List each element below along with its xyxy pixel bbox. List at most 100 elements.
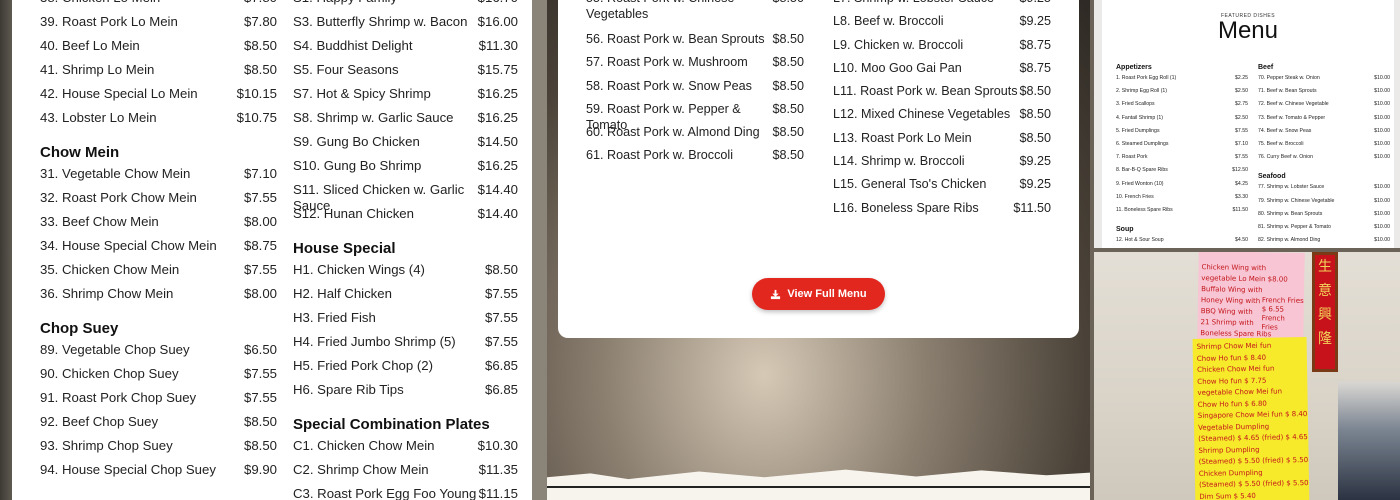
menu-item-price: $14.40 <box>477 182 518 197</box>
menu-item-row: 58. Roast Pork w. Snow Peas $8.50 <box>586 78 804 101</box>
thumbnail-title: Menu <box>1217 17 1279 44</box>
menu-item-name: 56. Roast Pork w. Bean Sprouts <box>586 32 765 46</box>
menu-item-price: $10.15 <box>236 86 277 101</box>
menu-item-row: L11. Roast Pork w. Bean Sprouts $8.50 <box>833 83 1051 106</box>
thumbnail-item-price: $10.00 <box>1374 127 1390 134</box>
thumbnail-item-price: $4.50 <box>1235 237 1248 244</box>
thumbnail-item-row: 8. Bar-B-Q Spare Ribs $12.50 <box>1116 167 1248 180</box>
thumbnail-item-price: $10.00 <box>1374 154 1390 161</box>
menu-item-name: L9. Chicken w. Broccoli <box>833 37 964 52</box>
thumbnail-item-row: 80. Shrimp w. Bean Sprouts $10.00 <box>1258 211 1390 224</box>
menu-item-name: L16. Boneless Spare Ribs <box>833 200 979 215</box>
thumbnail-category-heading: Seafood <box>1258 173 1286 181</box>
menu-item-name: S3. Butterfly Shrimp w. Bacon <box>293 14 468 29</box>
thumbnail-item-name: 70. Pepper Steak w. Onion <box>1258 75 1320 81</box>
shop-window <box>1338 382 1400 500</box>
menu-item-row: H4. Fried Jumbo Shrimp (5) $7.55 <box>293 334 518 358</box>
menu-item-price: $7.10 <box>243 166 277 181</box>
menu-item-name: 35. Chicken Chow Mein <box>40 262 180 277</box>
menu-item-price: $7.55 <box>484 310 518 325</box>
menu-item-name: H5. Fried Pork Chop (2) <box>293 358 433 373</box>
menu-card: 55. Roast Pork w. Chinese Vegetables $8.5… <box>558 0 1079 338</box>
menu-item-price: $8.50 <box>772 0 804 6</box>
thumbnail-item-price: $2.50 <box>1235 88 1248 95</box>
menu-item-row: L13. Roast Pork Lo Mein $8.50 <box>833 130 1051 153</box>
thumbnail-item-row: 4. Fantail Shrimp (1) $2.50 <box>1116 115 1248 128</box>
divider-line <box>547 486 1090 488</box>
thumbnail-item-price: $10.00 <box>1374 75 1390 81</box>
menu-item-row: 91. Roast Pork Chop Suey $7.55 <box>40 390 277 414</box>
menu-item-price: $11.50 <box>1013 200 1051 215</box>
menu-item-name: 36. Shrimp Chow Mein <box>40 286 174 301</box>
thumbnail-item-row: 73. Beef w. Tomato & Pepper $10.00 <box>1258 115 1390 128</box>
menu-item-name: H1. Chicken Wings (4) <box>293 262 425 277</box>
menu-item-row: 57. Roast Pork w. Mushroom $8.50 <box>586 54 804 77</box>
menu-item-name: 94. House Special Chop Suey <box>40 462 216 477</box>
menu-item-name: 60. Roast Pork w. Almond Ding <box>586 125 760 140</box>
storefront-photo-thumbnail[interactable]: Chicken Wing with vegetable Lo Mein $8.00… <box>1094 252 1400 500</box>
menu-column-lunch-specials: L7. Shrimp w. Lobster Sauce$9.25L8. Beef… <box>833 0 1051 223</box>
menu-item-name: L10. Moo Goo Gai Pan <box>833 60 962 75</box>
thumbnail-item-name: 75. Beef w. Broccoli <box>1258 140 1304 147</box>
menu-item-row: 40. Beef Lo Mein $8.50 <box>40 38 277 62</box>
thumbnail-item-name: 8. Bar-B-Q Spare Ribs <box>1116 167 1168 174</box>
thumbnail-item-price: $4.25 <box>1235 180 1248 187</box>
thumbnail-item-price: $2.75 <box>1235 101 1248 108</box>
menu-item-price: $8.50 <box>243 414 277 429</box>
menu-item-row: 32. Roast Pork Chow Mein $7.55 <box>40 190 277 214</box>
thumbnail-item-row: 5. Fried Dumplings $7.55 <box>1116 128 1248 141</box>
menu-item-price: $9.25 <box>1019 177 1051 192</box>
menu-item-name: C2. Shrimp Chow Mein <box>293 462 429 477</box>
thumbnail-item-name: 11. Boneless Spare Ribs <box>1116 206 1173 213</box>
menu-item-price: $8.50 <box>772 32 804 46</box>
thumbnail-item-price: $12.50 <box>1232 167 1248 174</box>
red-chinese-scroll: 生意興隆 <box>1312 252 1338 372</box>
menu-item-price: $8.50 <box>1019 107 1051 122</box>
thumbnail-item-row: 75. Beef w. Broccoli $10.00 <box>1258 141 1390 154</box>
handwritten-line: Honey Wing with <box>1200 296 1261 306</box>
menu-item-price: $16.25 <box>477 86 518 101</box>
menu-item-row: L7. Shrimp w. Lobster Sauce$9.25 <box>833 0 1051 13</box>
menu-item-price: $8.75 <box>1019 60 1051 75</box>
thumbnail-category-heading: Soup <box>1116 226 1134 234</box>
menu-item-row: C2. Shrimp Chow Mein $11.35 <box>293 462 518 486</box>
menu-item-name: 58. Roast Pork w. Snow Peas <box>586 78 752 93</box>
menu-item-row: 59. Roast Pork w. Pepper & Tomato $8.50 <box>586 101 804 132</box>
download-icon <box>771 289 781 299</box>
menu-item-row: C1. Chicken Chow Mein $10.30 <box>293 438 518 462</box>
menu-item-name: S12. Hunan Chicken <box>293 206 414 221</box>
menu-item-name: L15. General Tso's Chicken <box>833 177 987 192</box>
handwritten-line: Vegetable Dumpling <box>1197 422 1270 432</box>
menu-item-name: L14. Shrimp w. Broccoli <box>833 154 965 169</box>
menu-thumbnail[interactable]: FEATURED DISHES Menu Appetizers 1. Roast … <box>1094 0 1400 248</box>
menu-item-price: $14.50 <box>477 134 518 149</box>
thumbnail-item-name: 76. Curry Beef w. Onion <box>1258 154 1314 161</box>
menu-item-row: 38. Chicken Lo Mein$7.80 <box>40 0 277 14</box>
menu-item-row: L16. Boneless Spare Ribs $11.50 <box>833 200 1051 223</box>
menu-item-price: $9.90 <box>243 462 277 477</box>
menu-item-name: 90. Chicken Chop Suey <box>40 366 179 381</box>
menu-item-row: 42. House Special Lo Mein $10.15 <box>40 86 277 110</box>
menu-item-name: L7. Shrimp w. Lobster Sauce <box>833 0 1019 6</box>
menu-item-row: C3. Roast Pork Egg Foo Young $11.15 <box>293 486 518 500</box>
menu-item-price: $8.00 <box>243 214 277 229</box>
menu-item-name: 42. House Special Lo Mein <box>40 86 198 101</box>
handwritten-line: Chow Ho fun $ 7.75 <box>1197 376 1267 386</box>
thumbnail-item-price: $10.00 <box>1374 140 1390 147</box>
menu-item-row: 60. Roast Pork w. Almond Ding $8.50 <box>586 124 804 147</box>
menu-item-row: S3. Butterfly Shrimp w. Bacon $16.00 <box>293 14 518 38</box>
handwritten-line: French <box>1261 314 1285 323</box>
thumbnail-item-price: $10.00 <box>1374 101 1390 108</box>
handwritten-line: BBQ Wing with <box>1200 307 1253 317</box>
menu-item-row: 61. Roast Pork w. Broccoli $8.50 <box>586 147 804 170</box>
menu-item-name: L12. Mixed Chinese Vegetables <box>833 107 1011 122</box>
handwritten-line: $ 6.55 <box>1261 305 1285 314</box>
menu-item-name: L13. Roast Pork Lo Mein <box>833 130 972 145</box>
thumbnail-item-row: 9. Fried Wonton (10) $4.25 <box>1116 181 1248 194</box>
menu-item-row: 36. Shrimp Chow Mein $8.00 <box>40 286 277 310</box>
menu-item-price: $11.35 <box>478 462 518 477</box>
menu-item-row: S4. Buddhist Delight $11.30 <box>293 38 518 62</box>
menu-item-row: H6. Spare Rib Tips $6.85 <box>293 382 518 406</box>
view-full-menu-button[interactable]: View Full Menu <box>752 278 885 310</box>
category-heading-chop-suey: Chop Suey <box>40 320 119 337</box>
